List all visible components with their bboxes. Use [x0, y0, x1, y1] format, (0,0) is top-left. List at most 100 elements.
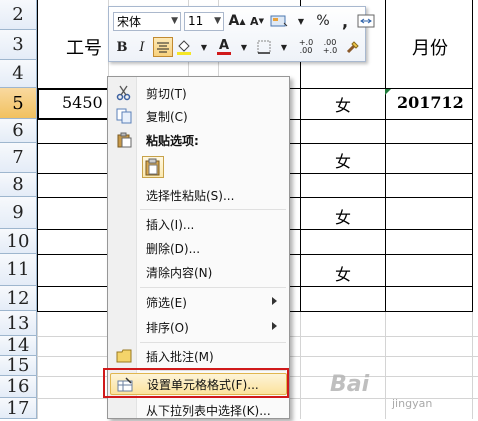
- italic-button[interactable]: I: [133, 37, 151, 57]
- menu-item-copy[interactable]: 复制(C): [110, 105, 287, 127]
- row-header[interactable]: 13: [0, 311, 37, 336]
- row-header[interactable]: 7: [0, 143, 37, 173]
- shrink-font-button[interactable]: A ▼: [248, 11, 266, 31]
- row-header-active[interactable]: 5: [0, 88, 37, 119]
- row-header[interactable]: 8: [0, 173, 37, 197]
- menu-item-delete[interactable]: 删除(D)...: [110, 237, 287, 259]
- grow-font-icon: A: [228, 13, 240, 29]
- comma-icon: ,: [341, 11, 349, 31]
- header-month-cell[interactable]: 月份: [412, 34, 448, 60]
- table-border: [472, 0, 473, 311]
- menu-item-label: 清除内容(N): [146, 265, 213, 280]
- font-size-value: 11: [188, 14, 204, 28]
- row-header[interactable]: 6: [0, 119, 37, 143]
- menu-item-label: 筛选(E): [146, 295, 187, 310]
- chevron-down-icon: ▼: [171, 15, 178, 26]
- grow-font-button[interactable]: A ▲: [228, 11, 246, 31]
- row-header[interactable]: 11: [0, 254, 37, 286]
- menu-item-label: 复制(C): [146, 109, 188, 124]
- header-id-cell[interactable]: 工号: [66, 34, 102, 60]
- menu-item-label: 粘贴选项:: [146, 133, 199, 148]
- row-header[interactable]: 2: [0, 0, 37, 30]
- gender-cell[interactable]: 女: [335, 261, 351, 285]
- menu-item-paste-special[interactable]: 选择性粘贴(S)...: [110, 184, 287, 206]
- menu-item-label: 剪切(T): [146, 86, 187, 101]
- fill-color-button[interactable]: [175, 37, 193, 57]
- chevron-down-icon[interactable]: ▼: [292, 11, 310, 31]
- menu-separator: [140, 209, 286, 210]
- mini-toolbar-row-1: 宋体 ▼ 11 ▼ A ▲ A ▼ ▼ % ,: [113, 10, 378, 32]
- chevron-down-icon: ▼: [214, 15, 221, 26]
- font-color-button[interactable]: A: [215, 37, 233, 57]
- gender-cell[interactable]: 女: [335, 204, 351, 228]
- menu-item-pick-from-list[interactable]: 从下拉列表中选择(K)...: [110, 399, 287, 421]
- font-size-select[interactable]: 11 ▼: [184, 11, 224, 31]
- font-name-select[interactable]: 宋体 ▼: [113, 11, 181, 31]
- menu-separator: [140, 342, 286, 343]
- increase-decimal-button[interactable]: +.0 .00: [295, 37, 317, 57]
- watermark-subtext: jingyan: [392, 397, 433, 410]
- menu-item-insert[interactable]: 插入(I)...: [110, 213, 287, 235]
- row-header[interactable]: 14: [0, 335, 37, 356]
- submenu-arrow-icon: [272, 297, 277, 305]
- increase-decimal-icon: +.0 .00: [298, 38, 314, 55]
- menu-item-label: 插入批注(M): [146, 349, 214, 364]
- annotation-highlight-box: [103, 368, 289, 398]
- shrink-font-icon: A: [250, 14, 259, 28]
- bold-icon: B: [116, 39, 128, 55]
- chevron-down-icon[interactable]: ▼: [235, 37, 253, 57]
- month-value-cell[interactable]: 201712: [397, 93, 464, 112]
- percent-icon: %: [316, 13, 330, 29]
- menu-item-sort[interactable]: 排序(O): [110, 316, 287, 338]
- gender-cell[interactable]: 女: [335, 92, 351, 116]
- decrease-decimal-button[interactable]: .00 +.0: [319, 37, 341, 57]
- comment-indicator-icon: [385, 89, 391, 95]
- paste-icon: [117, 132, 132, 148]
- format-painter-button[interactable]: [343, 37, 363, 57]
- comma-button[interactable]: ,: [336, 11, 354, 31]
- id-value-cell[interactable]: 5450: [62, 93, 103, 112]
- scissors-icon: [116, 85, 131, 101]
- merge-center-button[interactable]: [356, 11, 376, 31]
- menu-item-clear-contents[interactable]: 清除内容(N): [110, 261, 287, 283]
- row-header[interactable]: 4: [0, 60, 37, 88]
- menu-item-cut[interactable]: 剪切(T): [110, 82, 287, 104]
- comment-icon: [116, 349, 132, 363]
- mini-toolbar-row-2: B I ▼ A ▼ ▼ +.0 .00 .00 +.0: [113, 36, 365, 58]
- chevron-down-icon[interactable]: ▼: [275, 37, 293, 57]
- borders-icon: [257, 40, 271, 54]
- row-header[interactable]: 15: [0, 355, 37, 376]
- menu-header-paste-options: 粘贴选项:: [110, 129, 287, 151]
- merge-icon: [357, 14, 375, 28]
- percent-button[interactable]: %: [312, 11, 334, 31]
- menu-item-label: 选择性粘贴(S)...: [146, 188, 235, 203]
- row-header[interactable]: 9: [0, 197, 37, 229]
- font-color-icon: A: [218, 38, 230, 53]
- fill-bucket-icon: [177, 40, 191, 55]
- font-name-value: 宋体: [117, 14, 142, 29]
- format-painter-icon: [346, 41, 359, 54]
- menu-item-filter[interactable]: 筛选(E): [110, 291, 287, 313]
- decrease-decimal-icon: .00 +.0: [322, 38, 338, 55]
- menu-item-label: 插入(I)...: [146, 217, 195, 232]
- paste-option-button[interactable]: [142, 156, 164, 178]
- menu-item-label: 删除(D)...: [146, 241, 201, 256]
- gender-cell[interactable]: 女: [335, 148, 351, 172]
- bold-button[interactable]: B: [113, 37, 131, 57]
- row-header[interactable]: 10: [0, 229, 37, 254]
- row-header[interactable]: 17: [0, 398, 37, 419]
- watermark-logo: Bai: [330, 372, 370, 397]
- menu-separator: [140, 287, 286, 288]
- menu-item-insert-comment[interactable]: 插入批注(M): [110, 345, 287, 367]
- paste-clipboard-icon: [145, 158, 160, 176]
- row-header[interactable]: 16: [0, 376, 37, 398]
- row-header[interactable]: 12: [0, 286, 37, 311]
- menu-item-label: 从下拉列表中选择(K)...: [146, 403, 271, 418]
- italic-icon: I: [139, 39, 145, 55]
- cell-style-icon: [270, 15, 288, 27]
- align-center-button[interactable]: [153, 37, 173, 57]
- chevron-down-icon[interactable]: ▼: [195, 37, 213, 57]
- cell-style-button[interactable]: [268, 11, 290, 31]
- row-header[interactable]: 3: [0, 30, 37, 60]
- borders-button[interactable]: [255, 37, 273, 57]
